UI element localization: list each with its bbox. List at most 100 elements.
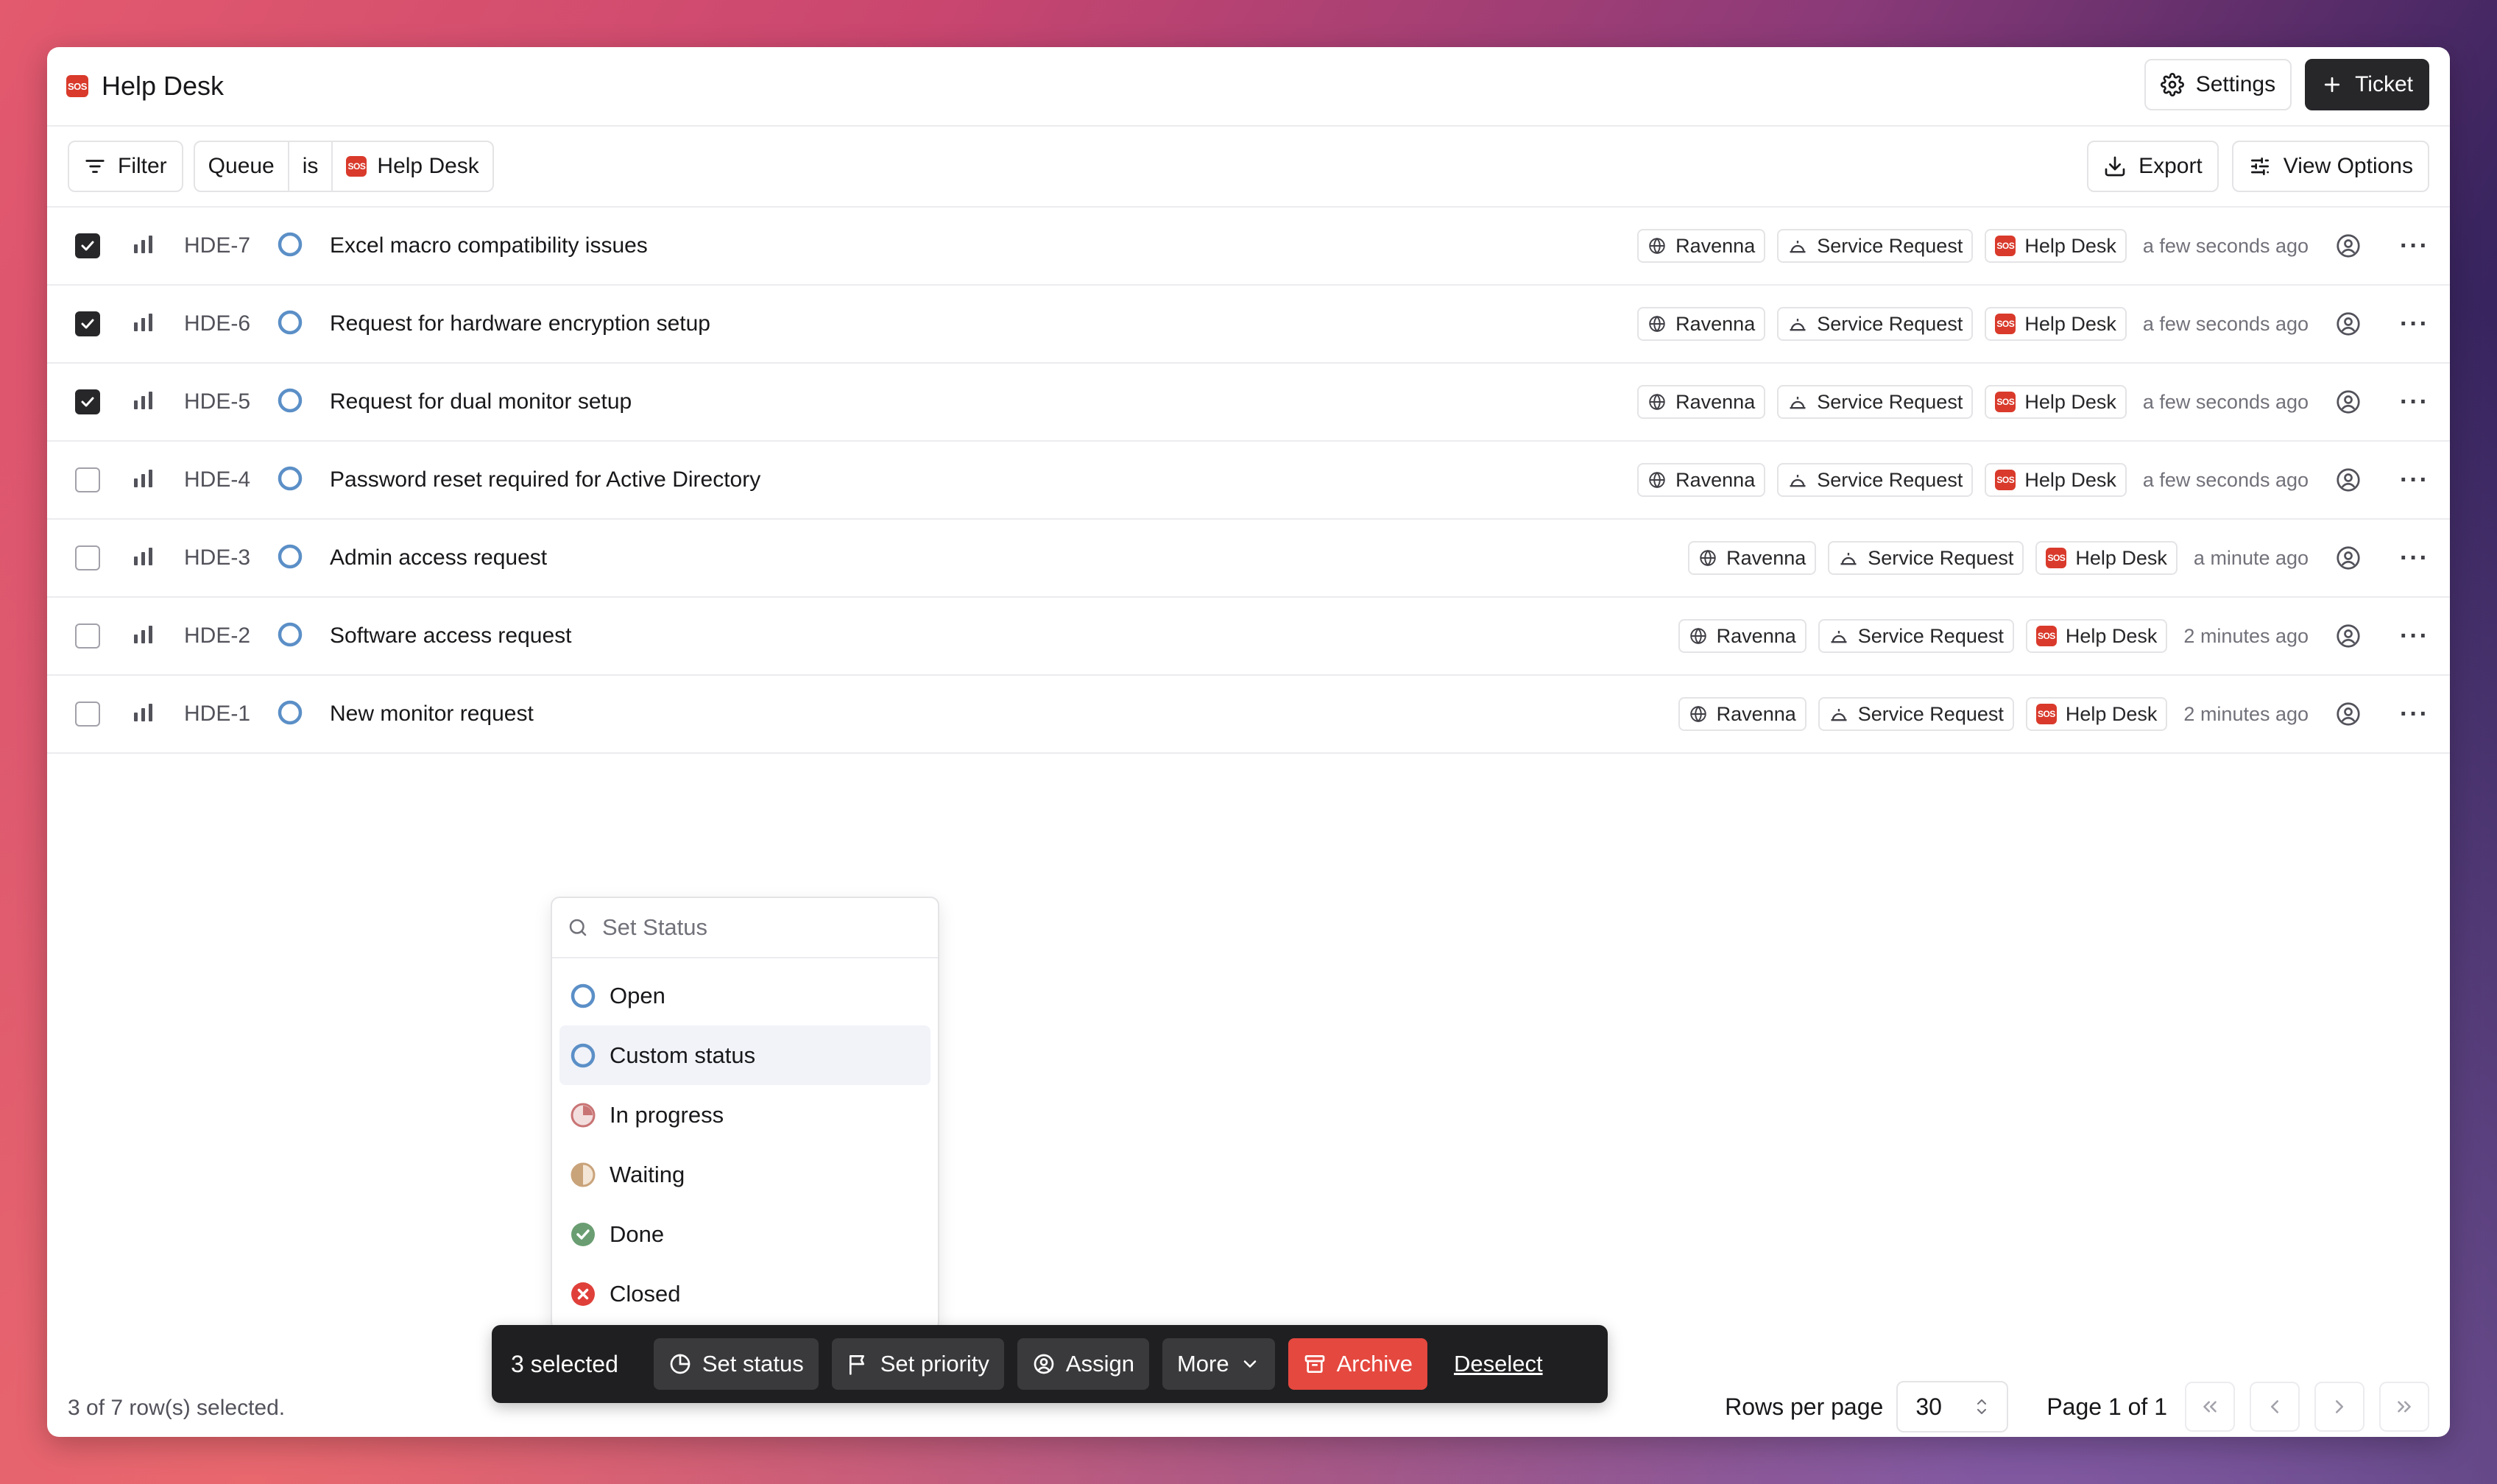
status-option[interactable]: Closed (559, 1264, 930, 1324)
priority-bars-icon[interactable] (133, 312, 155, 336)
prev-page-button[interactable] (2250, 1382, 2300, 1432)
ticket-id[interactable]: HDE-4 (184, 467, 250, 492)
org-tag[interactable]: Ravenna (1678, 697, 1806, 731)
row-checkbox[interactable] (75, 623, 100, 649)
org-tag[interactable]: Ravenna (1637, 463, 1766, 497)
row-checkbox[interactable] (75, 389, 100, 414)
status-search-input[interactable] (601, 914, 898, 941)
ticket-id[interactable]: HDE-3 (184, 545, 250, 570)
status-open-icon[interactable] (277, 309, 303, 339)
ticket-id[interactable]: HDE-5 (184, 389, 250, 414)
status-open-icon[interactable] (277, 543, 303, 573)
priority-bars-icon[interactable] (133, 546, 155, 570)
ticket-title[interactable]: Request for hardware encryption setup (330, 311, 710, 336)
archive-button[interactable]: Archive (1288, 1338, 1427, 1390)
org-tag[interactable]: Ravenna (1688, 541, 1817, 575)
view-options-button[interactable]: View Options (2231, 141, 2429, 192)
status-open-icon[interactable] (277, 465, 303, 495)
export-button[interactable]: Export (2087, 141, 2219, 192)
ticket-row[interactable]: HDE-2 Software access request Ravenna Se… (47, 598, 2450, 676)
org-tag[interactable]: Ravenna (1637, 307, 1766, 341)
ticket-title[interactable]: Software access request (330, 623, 572, 649)
status-open-icon[interactable] (277, 231, 303, 261)
ticket-id[interactable]: HDE-2 (184, 623, 250, 649)
queue-tag[interactable]: SOS Help Desk (2025, 697, 2168, 731)
type-tag[interactable]: Service Request (1777, 229, 1974, 263)
row-checkbox[interactable] (75, 311, 100, 336)
filter-operator[interactable]: is (287, 142, 332, 191)
more-actions-button[interactable]: More (1162, 1338, 1275, 1390)
ticket-row[interactable]: HDE-6 Request for hardware encryption se… (47, 286, 2450, 364)
set-priority-button[interactable]: Set priority (831, 1338, 1004, 1390)
ticket-title[interactable]: Request for dual monitor setup (330, 389, 632, 414)
ticket-title[interactable]: New monitor request (330, 702, 534, 727)
queue-tag[interactable]: SOS Help Desk (1985, 463, 2127, 497)
queue-tag[interactable]: SOS Help Desk (1985, 229, 2127, 263)
rows-per-page-select[interactable]: 30 (1896, 1381, 2009, 1432)
status-option[interactable]: Open (559, 966, 930, 1025)
status-option[interactable]: Custom status (559, 1025, 930, 1085)
queue-tag[interactable]: SOS Help Desk (2025, 619, 2168, 653)
row-more-icon[interactable]: ··· (2400, 388, 2429, 417)
priority-bars-icon[interactable] (133, 624, 155, 649)
ticket-row[interactable]: HDE-1 New monitor request Ravenna Servic… (47, 676, 2450, 754)
priority-bars-icon[interactable] (133, 468, 155, 492)
assignee-avatar-icon[interactable] (2335, 701, 2362, 727)
assignee-avatar-icon[interactable] (2335, 545, 2362, 571)
ticket-row[interactable]: HDE-3 Admin access request Ravenna Servi… (47, 520, 2450, 598)
filter-value[interactable]: SOS Help Desk (331, 142, 492, 191)
org-tag[interactable]: Ravenna (1637, 385, 1766, 419)
row-more-icon[interactable]: ··· (2400, 622, 2429, 651)
type-tag[interactable]: Service Request (1777, 307, 1974, 341)
ticket-row[interactable]: HDE-4 Password reset required for Active… (47, 442, 2450, 520)
ticket-row[interactable]: HDE-5 Request for dual monitor setup Rav… (47, 364, 2450, 442)
row-more-icon[interactable]: ··· (2400, 232, 2429, 261)
deselect-link[interactable]: Deselect (1454, 1351, 1543, 1377)
ticket-id[interactable]: HDE-7 (184, 233, 250, 258)
ticket-title[interactable]: Password reset required for Active Direc… (330, 467, 760, 492)
next-page-button[interactable] (2314, 1382, 2364, 1432)
row-more-icon[interactable]: ··· (2400, 700, 2429, 729)
ticket-id[interactable]: HDE-6 (184, 311, 250, 336)
status-option[interactable]: Done (559, 1204, 930, 1264)
set-status-button[interactable]: Set status (653, 1338, 819, 1390)
org-tag[interactable]: Ravenna (1637, 229, 1766, 263)
type-tag[interactable]: Service Request (1777, 463, 1974, 497)
row-checkbox[interactable] (75, 702, 100, 727)
assignee-avatar-icon[interactable] (2335, 389, 2362, 415)
org-tag[interactable]: Ravenna (1678, 619, 1806, 653)
filter-button[interactable]: Filter (68, 141, 183, 192)
last-page-button[interactable] (2379, 1382, 2429, 1432)
status-open-icon[interactable] (277, 387, 303, 417)
filter-field[interactable]: Queue (195, 142, 288, 191)
type-tag[interactable]: Service Request (1828, 541, 2024, 575)
priority-bars-icon[interactable] (133, 234, 155, 258)
queue-tag[interactable]: SOS Help Desk (1985, 385, 2127, 419)
ticket-row[interactable]: HDE-7 Excel macro compatibility issues R… (47, 208, 2450, 286)
row-checkbox[interactable] (75, 545, 100, 570)
status-option[interactable]: Waiting (559, 1145, 930, 1204)
queue-tag[interactable]: SOS Help Desk (2035, 541, 2178, 575)
first-page-button[interactable] (2185, 1382, 2235, 1432)
assignee-avatar-icon[interactable] (2335, 623, 2362, 649)
row-checkbox[interactable] (75, 233, 100, 258)
ticket-title[interactable]: Excel macro compatibility issues (330, 233, 648, 258)
row-checkbox[interactable] (75, 467, 100, 492)
type-tag[interactable]: Service Request (1777, 385, 1974, 419)
type-tag[interactable]: Service Request (1818, 697, 2014, 731)
type-tag[interactable]: Service Request (1818, 619, 2014, 653)
row-more-icon[interactable]: ··· (2400, 466, 2429, 495)
status-option[interactable]: In progress (559, 1085, 930, 1145)
row-more-icon[interactable]: ··· (2400, 310, 2429, 339)
status-open-icon[interactable] (277, 621, 303, 651)
assignee-avatar-icon[interactable] (2335, 311, 2362, 337)
assign-button[interactable]: Assign (1017, 1338, 1149, 1390)
active-filter-chip[interactable]: Queue is SOS Help Desk (193, 141, 494, 192)
settings-button[interactable]: Settings (2144, 59, 2292, 110)
new-ticket-button[interactable]: Ticket (2305, 59, 2429, 110)
assignee-avatar-icon[interactable] (2335, 467, 2362, 493)
priority-bars-icon[interactable] (133, 702, 155, 727)
status-open-icon[interactable] (277, 699, 303, 729)
priority-bars-icon[interactable] (133, 390, 155, 414)
ticket-id[interactable]: HDE-1 (184, 702, 250, 727)
